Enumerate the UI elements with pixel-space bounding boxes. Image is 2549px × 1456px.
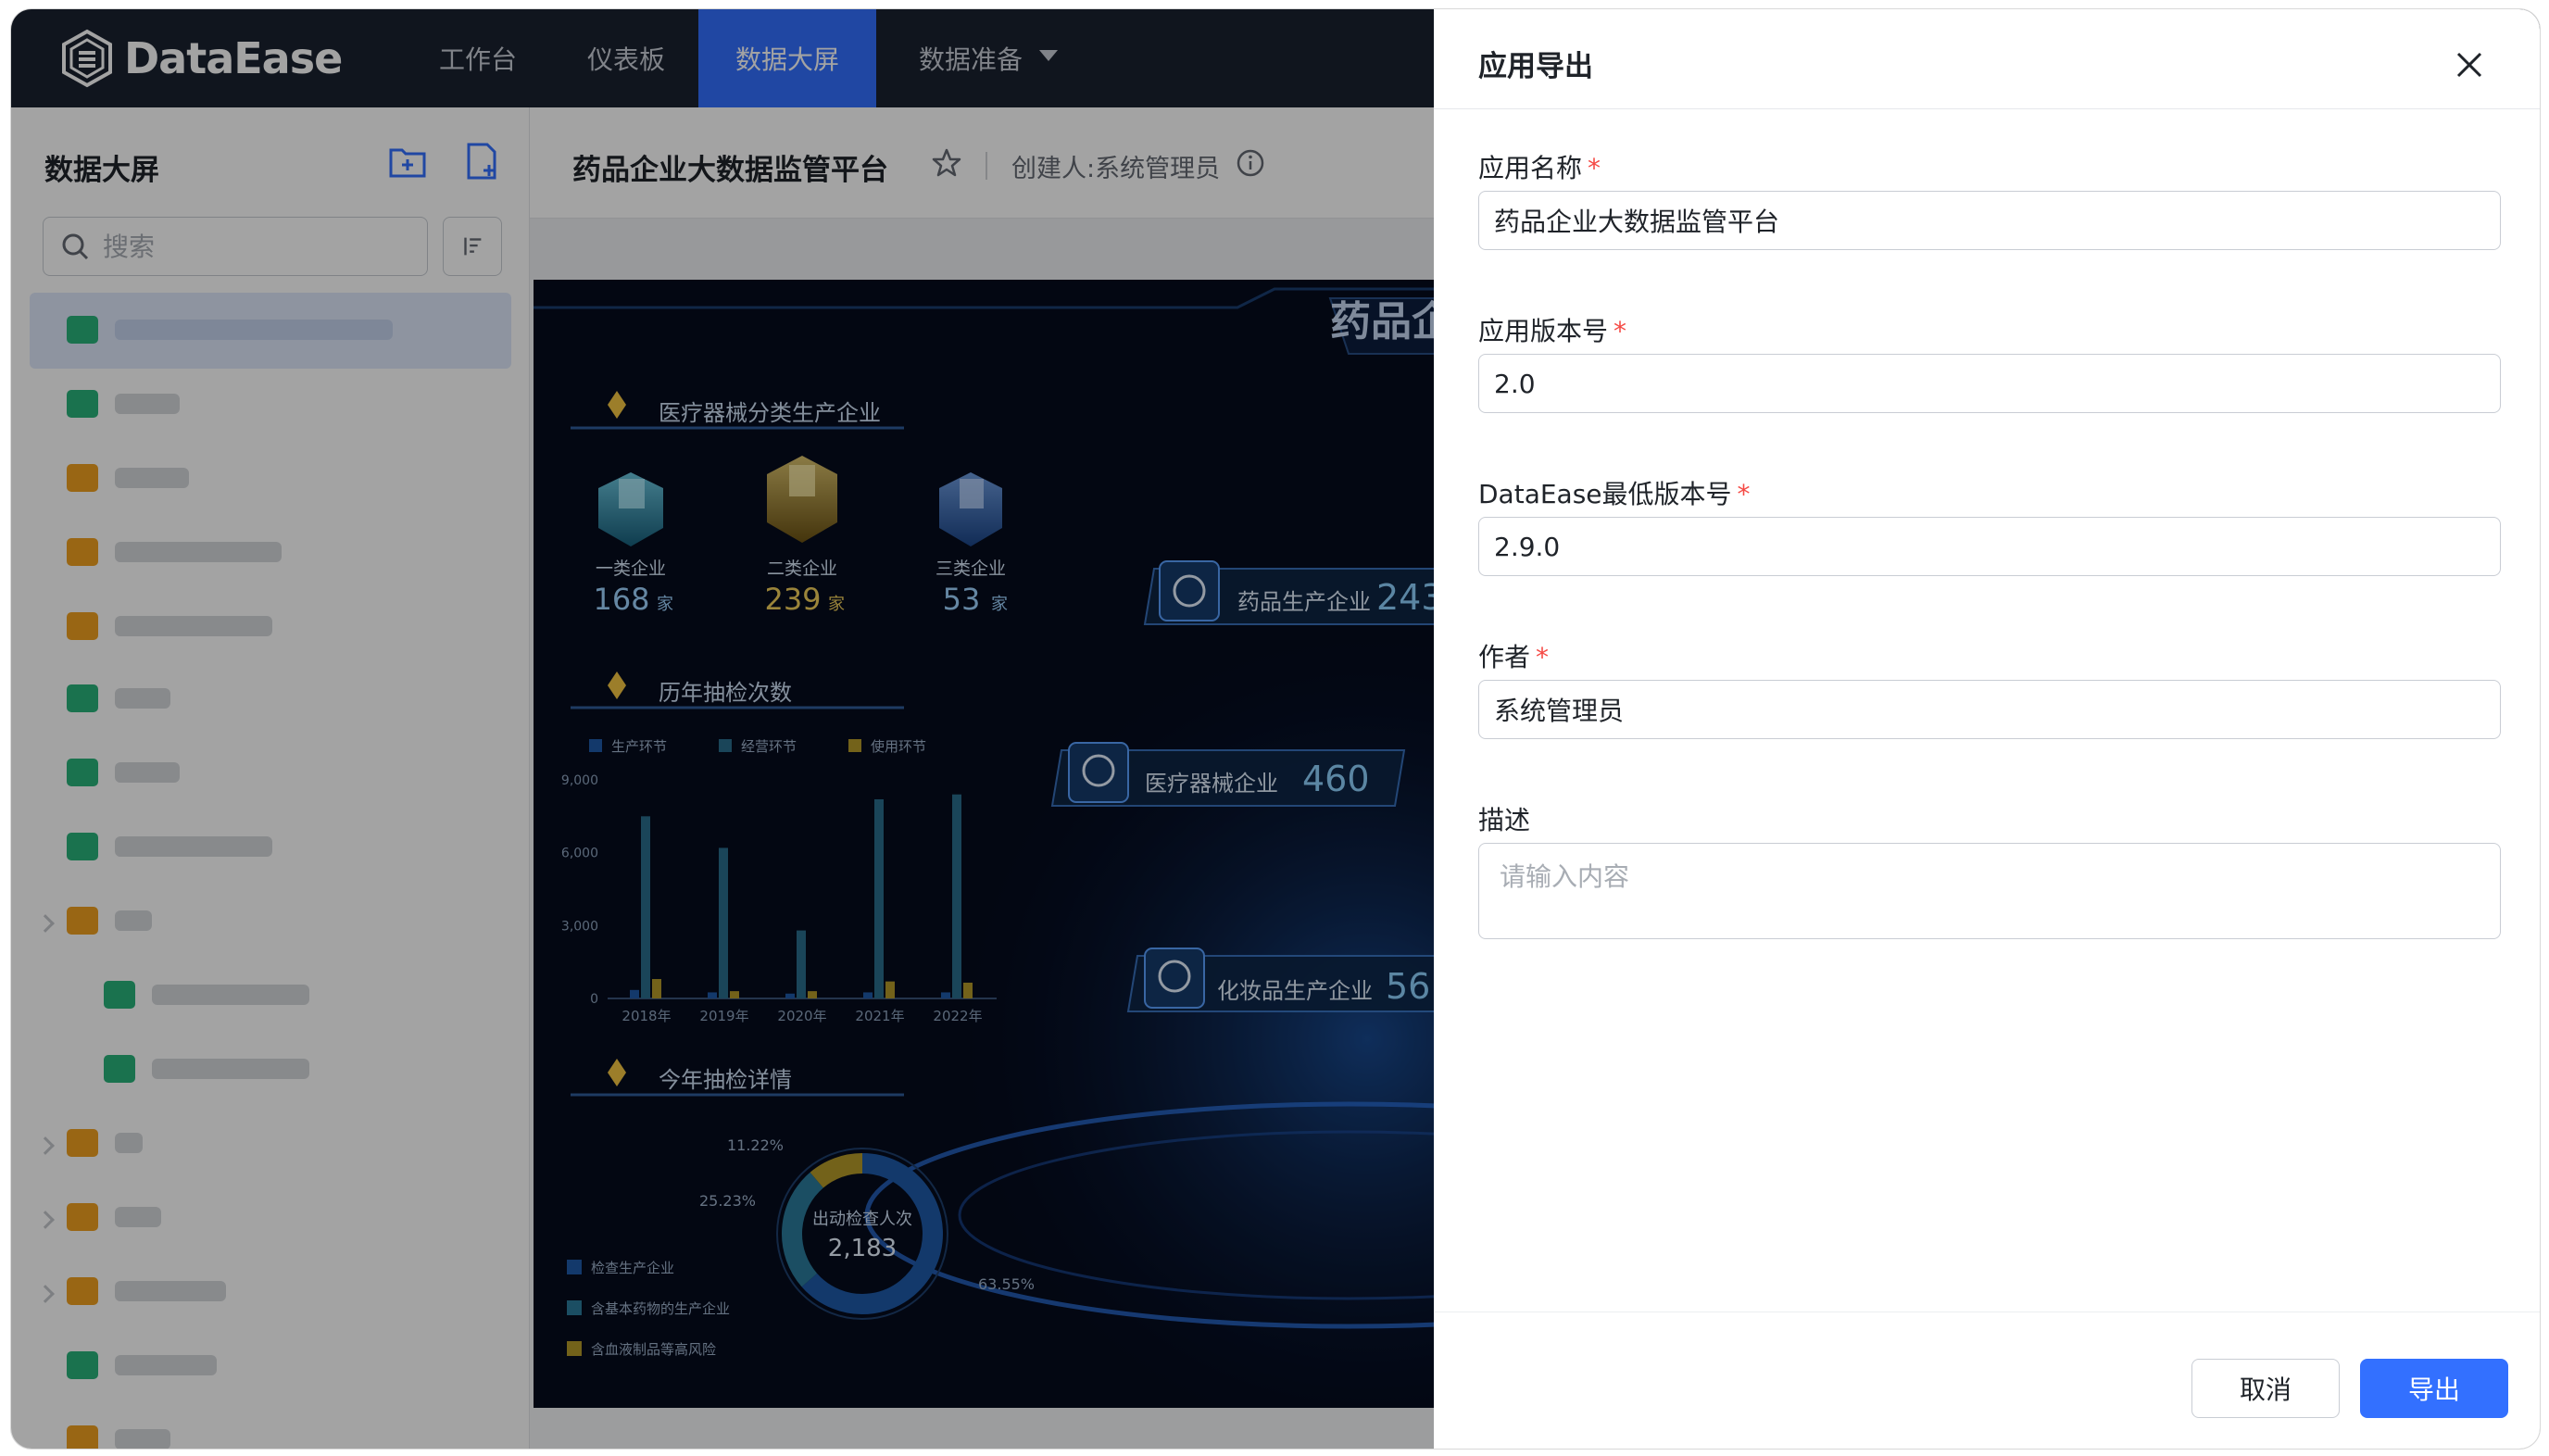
cancel-button[interactable]: 取消 bbox=[2191, 1359, 2340, 1418]
export-drawer: 应用导出 应用名称* 应用版本号* DataEase最低版本号* 作者* 描述 … bbox=[1434, 9, 2540, 1449]
app-name-input[interactable] bbox=[1478, 191, 2501, 250]
label-text: 描述 bbox=[1478, 805, 1531, 835]
field-label-description: 描述 bbox=[1478, 800, 1530, 837]
app-version-input[interactable] bbox=[1478, 354, 2501, 413]
label-text: 应用名称 bbox=[1478, 153, 1583, 183]
drawer-title: 应用导出 bbox=[1478, 50, 1593, 83]
label-text: DataEase最低版本号 bbox=[1478, 479, 1732, 509]
field-label-app-name: 应用名称 * bbox=[1478, 148, 1601, 185]
description-textarea[interactable] bbox=[1478, 843, 2501, 939]
field-label-author: 作者 * bbox=[1478, 637, 1549, 674]
label-text: 应用版本号 bbox=[1478, 316, 1609, 346]
field-label-app-version: 应用版本号 * bbox=[1478, 311, 1626, 348]
author-input[interactable] bbox=[1478, 680, 2501, 739]
close-icon[interactable] bbox=[2453, 48, 2486, 82]
label-text: 作者 bbox=[1478, 642, 1531, 672]
required-mark: * bbox=[1737, 479, 1751, 509]
drawer-header: 应用导出 bbox=[1434, 9, 2540, 109]
min-version-input[interactable] bbox=[1478, 517, 2501, 576]
drawer-footer: 取消 导出 bbox=[1434, 1312, 2540, 1449]
field-label-min-version: DataEase最低版本号 * bbox=[1478, 474, 1751, 511]
required-mark: * bbox=[1614, 316, 1627, 346]
export-button[interactable]: 导出 bbox=[2360, 1359, 2508, 1418]
required-mark: * bbox=[1536, 642, 1550, 672]
app-window: DataEase 工作台 仪表板 数据大屏 数据准备 数据大屏 搜索 药品企业大… bbox=[11, 9, 2540, 1449]
required-mark: * bbox=[1588, 153, 1601, 183]
